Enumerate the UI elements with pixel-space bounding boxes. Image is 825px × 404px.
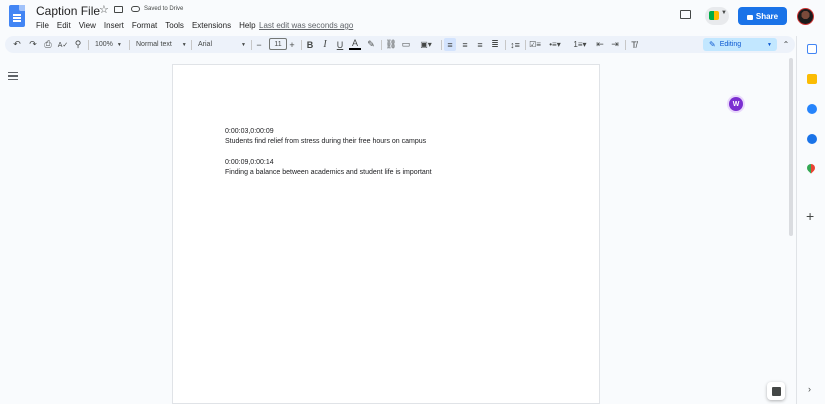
chevron-down-icon: ▼ <box>181 41 187 48</box>
menu-extensions[interactable]: Extensions <box>192 20 231 32</box>
caption-text-1[interactable]: Students find relief from stress during … <box>225 138 426 145</box>
star-icon[interactable]: ☆ <box>99 3 109 16</box>
pencil-icon: ✎ <box>709 40 716 49</box>
text-color-icon[interactable]: A <box>349 37 361 50</box>
print-icon[interactable]: ⎙ <box>42 36 54 53</box>
redo-icon[interactable]: ↷ <box>27 36 39 53</box>
paint-format-icon[interactable]: ⚲ <box>72 36 84 53</box>
share-label: Share <box>755 11 779 21</box>
explore-button[interactable] <box>767 382 785 400</box>
share-button[interactable]: Share <box>738 7 787 25</box>
style-value: Normal text <box>136 41 172 48</box>
font-size-input[interactable]: 11 <box>269 38 287 50</box>
menu-bar: File Edit View Insert Format Tools Exten… <box>36 20 264 32</box>
side-panel: + › <box>796 36 825 404</box>
numbered-list-icon[interactable]: 1≡▾ <box>570 36 590 53</box>
zoom-select[interactable]: 100% ▼ <box>95 36 122 53</box>
grammarly-icon[interactable]: W <box>729 97 743 111</box>
caption-timestamp-2[interactable]: 0:00:09,0:00:14 <box>225 159 274 166</box>
document-title[interactable]: Caption File <box>36 4 100 18</box>
caption-text-2[interactable]: Finding a balance between academics and … <box>225 169 432 176</box>
chevron-down-icon: ▼ <box>241 41 246 48</box>
decrease-indent-icon[interactable]: ⇤ <box>594 36 606 53</box>
zoom-value: 100% <box>95 41 113 48</box>
align-right-icon[interactable]: ≡ <box>474 36 486 53</box>
meet-button[interactable]: ▼ <box>705 7 729 25</box>
document-outline-icon[interactable] <box>8 72 18 81</box>
underline-icon[interactable]: U <box>334 36 346 53</box>
decrease-font-size-button[interactable]: − <box>254 36 264 53</box>
docs-logo-icon[interactable] <box>9 5 25 27</box>
editing-mode-select[interactable]: ✎ Editing ▼ <box>703 38 777 51</box>
spellcheck-icon[interactable]: A✓ <box>57 36 69 53</box>
insert-image-icon[interactable]: ▣▾ <box>416 36 436 53</box>
menu-format[interactable]: Format <box>132 20 157 32</box>
cloud-saved-icon[interactable] <box>131 6 140 12</box>
avatar[interactable] <box>797 8 814 25</box>
vertical-scrollbar[interactable] <box>789 58 793 236</box>
move-folder-icon[interactable] <box>114 6 123 13</box>
menu-tools[interactable]: Tools <box>165 20 184 32</box>
calendar-icon[interactable] <box>807 44 817 54</box>
justify-icon[interactable]: ≣ <box>489 36 501 53</box>
menu-view[interactable]: View <box>79 20 96 32</box>
align-left-icon[interactable]: ≡ <box>444 38 456 51</box>
collapse-menus-icon[interactable]: ⌃ <box>781 36 791 53</box>
chevron-down-icon: ▼ <box>116 41 122 48</box>
align-center-icon[interactable]: ≡ <box>459 36 471 53</box>
undo-icon[interactable]: ↶ <box>11 36 23 53</box>
explore-icon <box>771 386 781 396</box>
style-select[interactable]: Normal text ▼ <box>136 36 187 53</box>
clear-formatting-icon[interactable]: T̸ <box>628 36 640 53</box>
meet-camera-icon <box>709 11 719 20</box>
line-spacing-icon[interactable]: ↕≡ <box>508 36 522 53</box>
add-comment-icon[interactable]: ▭ <box>400 36 412 53</box>
highlight-icon[interactable]: ✎ <box>365 36 377 53</box>
add-addon-icon[interactable]: + <box>806 209 814 223</box>
toolbar: ↶ ↷ ⎙ A✓ ⚲ 100% ▼ Normal text ▼ Arial ▼ … <box>5 36 795 53</box>
increase-font-size-button[interactable]: + <box>287 36 297 53</box>
italic-icon[interactable]: I <box>319 36 331 53</box>
chevron-down-icon: ▼ <box>767 41 772 48</box>
comment-history-icon[interactable] <box>680 10 691 19</box>
increase-indent-icon[interactable]: ⇥ <box>609 36 621 53</box>
menu-help[interactable]: Help <box>239 20 255 32</box>
chevron-right-icon[interactable]: › <box>808 384 811 394</box>
menu-insert[interactable]: Insert <box>104 20 124 32</box>
document-page[interactable]: 0:00:03,0:00:09 Students find relief fro… <box>172 64 600 404</box>
contacts-icon[interactable] <box>807 134 817 144</box>
keep-icon[interactable] <box>807 74 817 84</box>
lock-icon <box>746 14 753 20</box>
header: Caption File ☆ Saved to Drive File Edit … <box>0 0 825 34</box>
caption-timestamp-1[interactable]: 0:00:03,0:00:09 <box>225 128 274 135</box>
link-icon[interactable]: ⛓ <box>385 36 397 53</box>
google-docs-app: Caption File ☆ Saved to Drive File Edit … <box>0 0 825 404</box>
menu-file[interactable]: File <box>36 20 49 32</box>
bold-icon[interactable]: B <box>304 36 316 53</box>
menu-edit[interactable]: Edit <box>57 20 71 32</box>
last-edit-link[interactable]: Last edit was seconds ago <box>259 20 353 32</box>
editing-mode-label: Editing <box>719 41 742 48</box>
font-select[interactable]: Arial ▼ <box>198 36 246 53</box>
chevron-down-icon: ▼ <box>721 10 727 16</box>
bulleted-list-icon[interactable]: •≡▾ <box>545 36 565 53</box>
font-value: Arial <box>198 41 213 48</box>
tasks-icon[interactable] <box>807 104 817 114</box>
maps-icon[interactable] <box>805 162 817 174</box>
checklist-icon[interactable]: ☑≡ <box>528 36 542 53</box>
save-status: Saved to Drive <box>144 6 184 12</box>
